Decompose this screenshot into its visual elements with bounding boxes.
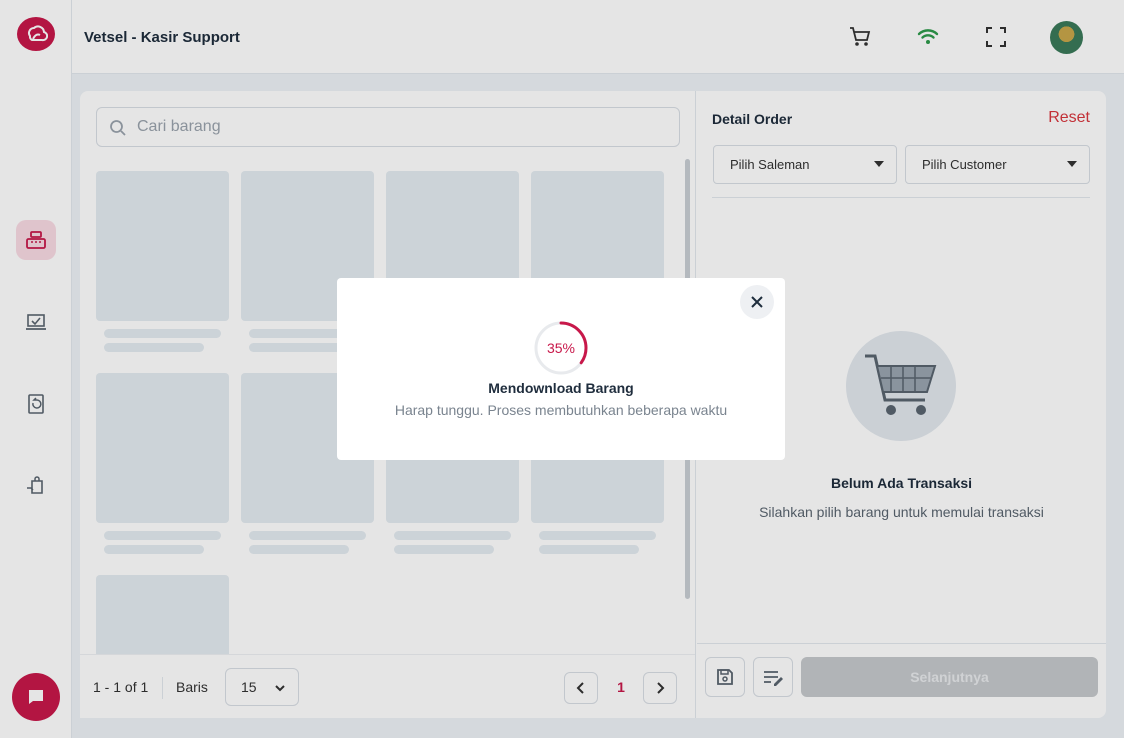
close-button[interactable]: [740, 285, 774, 319]
download-progress-modal: 35% Mendownload Barang Harap tunggu. Pro…: [337, 278, 785, 460]
progress-percent: 35%: [546, 340, 576, 356]
close-icon: [751, 296, 763, 308]
modal-title: Mendownload Barang: [488, 380, 634, 396]
modal-subtitle: Harap tunggu. Proses membutuhkan beberap…: [394, 402, 728, 418]
